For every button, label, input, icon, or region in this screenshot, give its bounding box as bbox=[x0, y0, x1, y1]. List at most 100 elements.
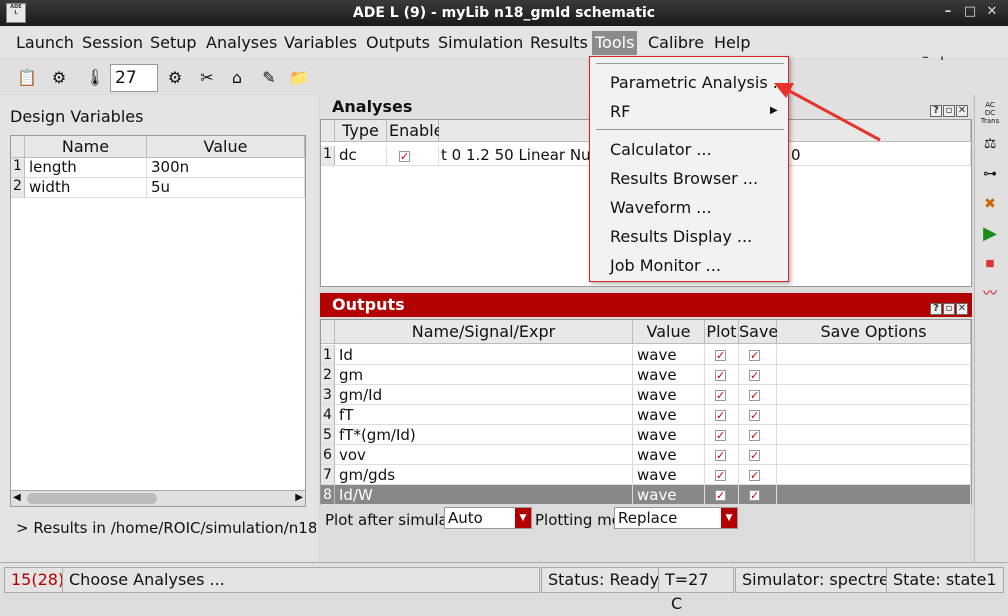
column-name[interactable]: Name bbox=[25, 136, 147, 158]
analysis-choose-icon[interactable]: AC DC Trans bbox=[979, 101, 1001, 125]
analysis-type[interactable]: dc bbox=[335, 146, 387, 166]
plot-checkbox[interactable]: ✓ bbox=[705, 445, 739, 465]
menu-results[interactable]: Results bbox=[527, 31, 591, 55]
menu-item-rf[interactable]: RF bbox=[610, 99, 630, 125]
close-icon[interactable]: ✕ bbox=[956, 105, 968, 117]
plot-checkbox[interactable]: ✓ bbox=[705, 365, 739, 385]
menu-item-parametric-analysis[interactable]: Parametric Analysis ... bbox=[610, 70, 788, 96]
column-save[interactable]: Save bbox=[739, 320, 778, 344]
plot-after-select[interactable]: Auto ▼ bbox=[444, 507, 532, 529]
column-value[interactable]: Value bbox=[633, 320, 705, 344]
output-name[interactable]: Id/W bbox=[335, 485, 633, 505]
save-checkbox[interactable]: ✓ bbox=[739, 385, 777, 405]
scroll-left-icon[interactable]: ◀ bbox=[13, 492, 21, 503]
menu-analyses[interactable]: Analyses bbox=[203, 31, 280, 55]
menu-item-calculator[interactable]: Calculator ... bbox=[610, 137, 712, 163]
save-options-cell[interactable] bbox=[777, 365, 971, 385]
temperature-input[interactable]: 27 bbox=[110, 64, 158, 92]
open-setup-icon[interactable]: 📋 bbox=[16, 67, 38, 89]
column-enable[interactable]: Enable bbox=[387, 120, 444, 142]
plot-checkbox[interactable]: ✓ bbox=[705, 485, 739, 505]
maximize-icon[interactable]: □ bbox=[962, 4, 978, 20]
column-type[interactable]: Type bbox=[335, 120, 387, 142]
save-options-cell[interactable] bbox=[777, 445, 971, 465]
save-options-cell[interactable] bbox=[777, 345, 971, 365]
plot-checkbox[interactable]: ✓ bbox=[705, 405, 739, 425]
menu-simulation[interactable]: Simulation bbox=[435, 31, 526, 55]
stop-icon[interactable]: ⏹ bbox=[979, 253, 1001, 275]
help-icon[interactable]: ? bbox=[930, 105, 942, 117]
variable-value[interactable]: 300n bbox=[147, 158, 305, 178]
save-options-cell[interactable] bbox=[777, 425, 971, 445]
run-icon[interactable]: ▶ bbox=[979, 223, 1001, 245]
menu-calibre[interactable]: Calibre bbox=[645, 31, 707, 55]
output-name[interactable]: gm bbox=[335, 365, 633, 385]
menu-launch[interactable]: Launch bbox=[13, 31, 77, 55]
folder-icon[interactable]: 📁 bbox=[288, 67, 310, 89]
menu-item-waveform[interactable]: Waveform ... bbox=[610, 195, 712, 221]
save-options-cell[interactable] bbox=[777, 485, 971, 505]
save-checkbox[interactable]: ✓ bbox=[739, 425, 777, 445]
output-name[interactable]: Id bbox=[335, 345, 633, 365]
save-checkbox[interactable]: ✓ bbox=[739, 485, 777, 505]
save-options-cell[interactable] bbox=[777, 465, 971, 485]
plot-checkbox[interactable]: ✓ bbox=[705, 425, 739, 445]
delete-icon[interactable]: ✖ bbox=[979, 193, 1001, 215]
menu-session[interactable]: Session bbox=[79, 31, 146, 55]
column-save-options[interactable]: Save Options bbox=[777, 320, 971, 344]
column-value[interactable]: Value bbox=[147, 136, 305, 158]
column-plot[interactable]: Plot bbox=[705, 320, 739, 344]
plot-after-label: Plot after simula bbox=[325, 511, 448, 529]
save-checkbox[interactable]: ✓ bbox=[739, 465, 777, 485]
plot-checkbox[interactable]: ✓ bbox=[705, 345, 739, 365]
row-number: 3 bbox=[321, 385, 335, 405]
output-name[interactable]: vov bbox=[335, 445, 633, 465]
menu-setup[interactable]: Setup bbox=[147, 31, 200, 55]
save-options-cell[interactable] bbox=[777, 405, 971, 425]
plot-checkbox[interactable]: ✓ bbox=[705, 465, 739, 485]
edit-icon[interactable]: ✎ bbox=[258, 67, 280, 89]
help-icon[interactable]: ? bbox=[930, 303, 942, 315]
variable-value[interactable]: 5u bbox=[147, 178, 305, 198]
menu-tools[interactable]: Tools bbox=[592, 31, 638, 55]
variable-name[interactable]: length bbox=[25, 158, 147, 178]
save-checkbox[interactable]: ✓ bbox=[739, 405, 777, 425]
float-icon[interactable]: ▫ bbox=[943, 105, 955, 117]
column-name-signal-expr[interactable]: Name/Signal/Expr bbox=[335, 320, 633, 344]
variable-name[interactable]: width bbox=[25, 178, 147, 198]
row-number: 2 bbox=[321, 365, 335, 385]
close-icon[interactable]: ✕ bbox=[984, 4, 1000, 20]
waveform-icon[interactable]: 〰 bbox=[979, 283, 1001, 305]
output-name[interactable]: fT*(gm/Id) bbox=[335, 425, 633, 445]
output-name[interactable]: fT bbox=[335, 405, 633, 425]
save-checkbox[interactable]: ✓ bbox=[739, 345, 777, 365]
home-icon[interactable]: ⌂ bbox=[226, 67, 248, 89]
scrollbar-thumb[interactable] bbox=[27, 493, 157, 504]
menu-item-results-display[interactable]: Results Display ... bbox=[610, 224, 752, 250]
minimize-icon[interactable]: – bbox=[940, 4, 956, 20]
status-bar: 15(28) Choose Analyses ... Status: Ready… bbox=[0, 562, 1008, 613]
plotting-mode-select[interactable]: Replace ▼ bbox=[614, 507, 738, 529]
output-name[interactable]: gm/Id bbox=[335, 385, 633, 405]
scroll-right-icon[interactable]: ▶ bbox=[295, 492, 303, 503]
menu-help[interactable]: Help bbox=[711, 31, 753, 55]
menu-variables[interactable]: Variables bbox=[281, 31, 360, 55]
cut-icon[interactable]: ✂ bbox=[196, 67, 218, 89]
output-name[interactable]: gm/gds bbox=[335, 465, 633, 485]
menu-item-results-browser[interactable]: Results Browser ... bbox=[610, 166, 758, 192]
variables-icon[interactable]: ⚖ bbox=[979, 133, 1001, 155]
plot-checkbox[interactable]: ✓ bbox=[705, 385, 739, 405]
setup-icon[interactable]: ⚙ bbox=[164, 67, 186, 89]
load-state-icon[interactable]: ⚙ bbox=[48, 67, 70, 89]
horizontal-scrollbar[interactable]: ◀ ▶ bbox=[11, 490, 305, 506]
menu-outputs[interactable]: Outputs bbox=[363, 31, 433, 55]
analysis-args: t 0 1.2 50 Linear Nur bbox=[441, 146, 597, 164]
save-checkbox[interactable]: ✓ bbox=[739, 365, 777, 385]
enable-checkbox[interactable]: ✓ bbox=[387, 146, 439, 166]
close-icon[interactable]: ✕ bbox=[956, 303, 968, 315]
float-icon[interactable]: ▫ bbox=[943, 303, 955, 315]
menu-item-job-monitor[interactable]: Job Monitor ... bbox=[610, 253, 721, 279]
save-checkbox[interactable]: ✓ bbox=[739, 445, 777, 465]
netlist-icon[interactable]: ⊶ bbox=[979, 163, 1001, 185]
save-options-cell[interactable] bbox=[777, 385, 971, 405]
